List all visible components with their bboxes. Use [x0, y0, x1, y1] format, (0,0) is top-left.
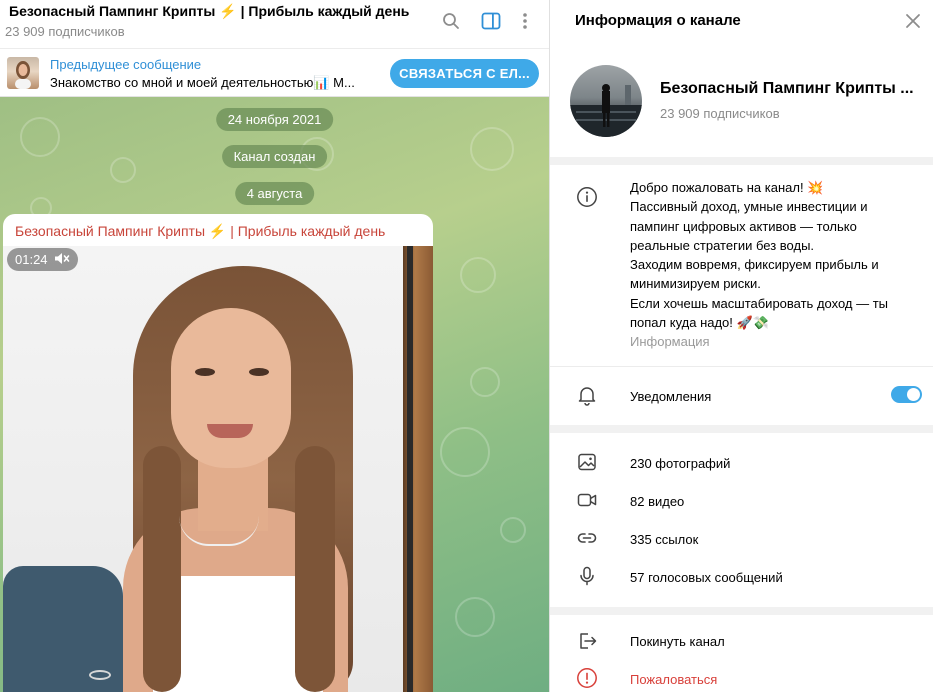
- chat-subscriber-count: 23 909 подписчиков: [5, 24, 125, 39]
- channel-actions-section: Покинуть канал Пожаловаться: [550, 615, 933, 692]
- media-videos[interactable]: 82 видео: [630, 494, 684, 509]
- panel-title: Информация о канале: [575, 12, 741, 29]
- channel-info-header: Информация о канале Безопасный Пампинг К…: [550, 0, 933, 157]
- channel-info-panel: Информация о канале Безопасный Пампинг К…: [549, 0, 933, 692]
- bell-icon: [576, 384, 598, 406]
- mute-icon[interactable]: [54, 252, 70, 268]
- link-icon: [576, 527, 598, 549]
- photo-icon: [576, 451, 598, 473]
- chat-pane: Безопасный Пампинг Крипты ⚡️ | Прибыль к…: [0, 0, 549, 692]
- post-author[interactable]: Безопасный Пампинг Крипты ⚡️ | Прибыль к…: [15, 223, 385, 240]
- media-voice[interactable]: 57 голосовых сообщений: [630, 570, 783, 585]
- description-caption: Информация: [630, 334, 710, 349]
- notifications-toggle[interactable]: [891, 386, 922, 403]
- channel-description: Добро пожаловать на канал! 💥 Пассивный д…: [630, 178, 910, 332]
- pinned-thumbnail: [7, 57, 39, 89]
- description-line: Если хочешь масштабировать доход — ты по…: [630, 295, 889, 331]
- description-line: Заходим вовремя, фиксируем прибыль и мин…: [630, 257, 879, 292]
- report-icon: [576, 667, 598, 689]
- service-message: Канал создан: [221, 145, 328, 168]
- pinned-title[interactable]: Предыдущее сообщение: [50, 57, 201, 72]
- divider: [550, 366, 933, 367]
- media-links[interactable]: 335 ссылок: [630, 532, 698, 547]
- shared-media-section: 230 фотографий 82 видео 335 ссылок 57 го…: [550, 433, 933, 607]
- video-duration: 01:24: [15, 252, 48, 267]
- search-icon[interactable]: [440, 10, 462, 32]
- info-icon: [576, 186, 598, 208]
- contact-button[interactable]: СВЯЗАТЬСЯ С ЕЛ...: [390, 59, 539, 88]
- description-line: Добро пожаловать на канал! 💥: [630, 180, 824, 195]
- video-duration-badge[interactable]: 01:24: [7, 248, 78, 271]
- pinned-text[interactable]: Знакомство со мной и моей деятельностью📊…: [50, 75, 380, 91]
- chat-header[interactable]: Безопасный Пампинг Крипты ⚡️ | Прибыль к…: [0, 0, 549, 48]
- chat-title[interactable]: Безопасный Пампинг Крипты ⚡️ | Прибыль к…: [9, 3, 409, 20]
- description-line: Пассивный доход, умные инвестиции и памп…: [630, 199, 868, 253]
- sidebar-toggle-icon[interactable]: [480, 10, 502, 32]
- video-message[interactable]: 01:24: [3, 246, 433, 692]
- channel-avatar[interactable]: [570, 65, 642, 137]
- leave-channel[interactable]: Покинуть канал: [630, 634, 725, 649]
- channel-post[interactable]: Безопасный Пампинг Крипты ⚡️ | Прибыль к…: [3, 214, 433, 692]
- notifications-label[interactable]: Уведомления: [630, 389, 711, 404]
- more-vert-icon[interactable]: [514, 10, 536, 32]
- date-separator: 4 августа: [234, 182, 315, 205]
- leave-icon: [576, 630, 598, 652]
- report-channel[interactable]: Пожаловаться: [630, 672, 717, 687]
- close-icon[interactable]: [904, 12, 922, 30]
- date-separator: 24 ноября 2021: [215, 108, 334, 131]
- channel-name: Безопасный Пампинг Крипты ...: [660, 80, 914, 97]
- media-photos[interactable]: 230 фотографий: [630, 456, 730, 471]
- channel-subscriber-count: 23 909 подписчиков: [660, 106, 780, 121]
- pinned-message-bar[interactable]: Предыдущее сообщение Знакомство со мной …: [0, 48, 549, 97]
- microphone-icon: [576, 565, 598, 587]
- video-icon: [576, 489, 598, 511]
